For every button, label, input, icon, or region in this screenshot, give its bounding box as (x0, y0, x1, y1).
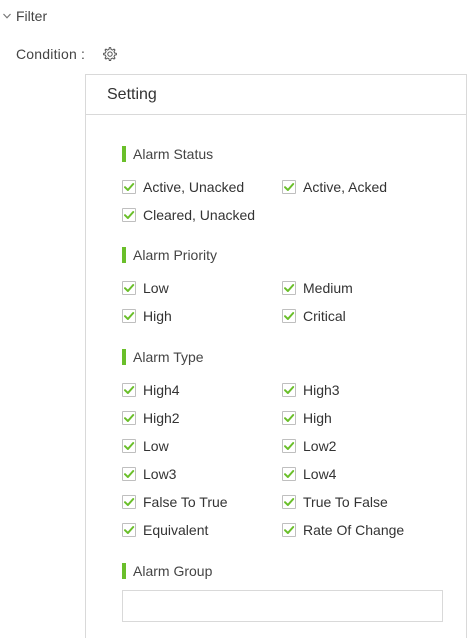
alarm-group-input[interactable] (122, 590, 443, 622)
checkbox-priority-medium[interactable]: Medium (282, 279, 353, 297)
checkbox-type-false-to-true[interactable]: False To True (122, 493, 228, 511)
filter-toggle[interactable]: Filter (0, 6, 47, 26)
checkbox-icon[interactable] (282, 281, 296, 295)
section-alarm-status: Alarm Status (122, 145, 213, 163)
checkbox-icon[interactable] (282, 180, 296, 194)
checkbox-icon[interactable] (282, 495, 296, 509)
checkbox-label: Low4 (303, 466, 337, 482)
checkbox-type-low[interactable]: Low (122, 437, 169, 455)
filter-title: Filter (16, 8, 48, 24)
checkbox-label: Active, Unacked (143, 179, 245, 195)
checkbox-icon[interactable] (122, 495, 136, 509)
checkbox-label: Cleared, Unacked (143, 207, 256, 223)
condition-label: Condition : (16, 46, 86, 62)
checkbox-label: False To True (143, 494, 228, 510)
condition-row: Condition : (16, 44, 119, 64)
checkbox-icon[interactable] (122, 309, 136, 323)
checkbox-active-unacked[interactable]: Active, Unacked (122, 178, 244, 196)
checkbox-type-equivalent[interactable]: Equivalent (122, 521, 208, 539)
checkbox-label: Critical (303, 308, 346, 324)
checkbox-icon[interactable] (282, 523, 296, 537)
checkbox-icon[interactable] (122, 180, 136, 194)
gear-icon[interactable] (101, 45, 119, 63)
checkbox-label: Rate Of Change (303, 522, 405, 538)
checkbox-label: High2 (143, 410, 180, 426)
checkbox-icon[interactable] (282, 439, 296, 453)
checkbox-cleared-unacked[interactable]: Cleared, Unacked (122, 206, 255, 224)
checkbox-icon[interactable] (122, 439, 136, 453)
checkbox-type-high4[interactable]: High4 (122, 381, 180, 399)
setting-panel: Setting Alarm Status Active, Unacked Act… (85, 74, 467, 638)
checkbox-label: High (303, 410, 332, 426)
section-accent-bar (122, 563, 126, 579)
section-accent-bar (122, 349, 126, 365)
checkbox-active-acked[interactable]: Active, Acked (282, 178, 387, 196)
checkbox-type-true-to-false[interactable]: True To False (282, 493, 388, 511)
checkbox-type-low4[interactable]: Low4 (282, 465, 336, 483)
checkbox-label: High4 (143, 382, 180, 398)
chevron-down-icon (0, 9, 14, 23)
section-alarm-priority: Alarm Priority (122, 246, 217, 264)
checkbox-priority-high[interactable]: High (122, 307, 172, 325)
checkbox-icon[interactable] (122, 467, 136, 481)
checkbox-type-rate-of-change[interactable]: Rate Of Change (282, 521, 404, 539)
checkbox-label: Low (143, 438, 169, 454)
checkbox-label: Medium (303, 280, 353, 296)
checkbox-type-low2[interactable]: Low2 (282, 437, 336, 455)
checkbox-type-low3[interactable]: Low3 (122, 465, 176, 483)
section-title: Alarm Status (133, 146, 214, 162)
checkbox-icon[interactable] (122, 411, 136, 425)
checkbox-type-high2[interactable]: High2 (122, 409, 180, 427)
checkbox-icon[interactable] (122, 383, 136, 397)
section-alarm-type: Alarm Type (122, 348, 204, 366)
checkbox-type-high3[interactable]: High3 (282, 381, 340, 399)
checkbox-priority-low[interactable]: Low (122, 279, 169, 297)
checkbox-icon[interactable] (122, 523, 136, 537)
checkbox-label: True To False (303, 494, 388, 510)
checkbox-label: High (143, 308, 172, 324)
section-accent-bar (122, 247, 126, 263)
checkbox-label: Equivalent (143, 522, 209, 538)
checkbox-icon[interactable] (282, 467, 296, 481)
checkbox-icon[interactable] (282, 309, 296, 323)
checkbox-label: Active, Acked (303, 179, 388, 195)
section-title: Alarm Group (133, 563, 213, 579)
section-title: Alarm Type (133, 349, 204, 365)
checkbox-icon[interactable] (122, 281, 136, 295)
checkbox-label: High3 (303, 382, 340, 398)
checkbox-label: Low (143, 280, 169, 296)
section-title: Alarm Priority (133, 247, 218, 263)
section-accent-bar (122, 146, 126, 162)
section-alarm-group: Alarm Group (122, 562, 212, 580)
checkbox-icon[interactable] (282, 411, 296, 425)
checkbox-icon[interactable] (282, 383, 296, 397)
checkbox-priority-critical[interactable]: Critical (282, 307, 346, 325)
checkbox-label: Low2 (303, 438, 337, 454)
checkbox-type-high[interactable]: High (282, 409, 332, 427)
panel-title: Setting (107, 85, 157, 103)
checkbox-label: Low3 (143, 466, 177, 482)
panel-header: Setting (86, 75, 466, 115)
checkbox-icon[interactable] (122, 208, 136, 222)
